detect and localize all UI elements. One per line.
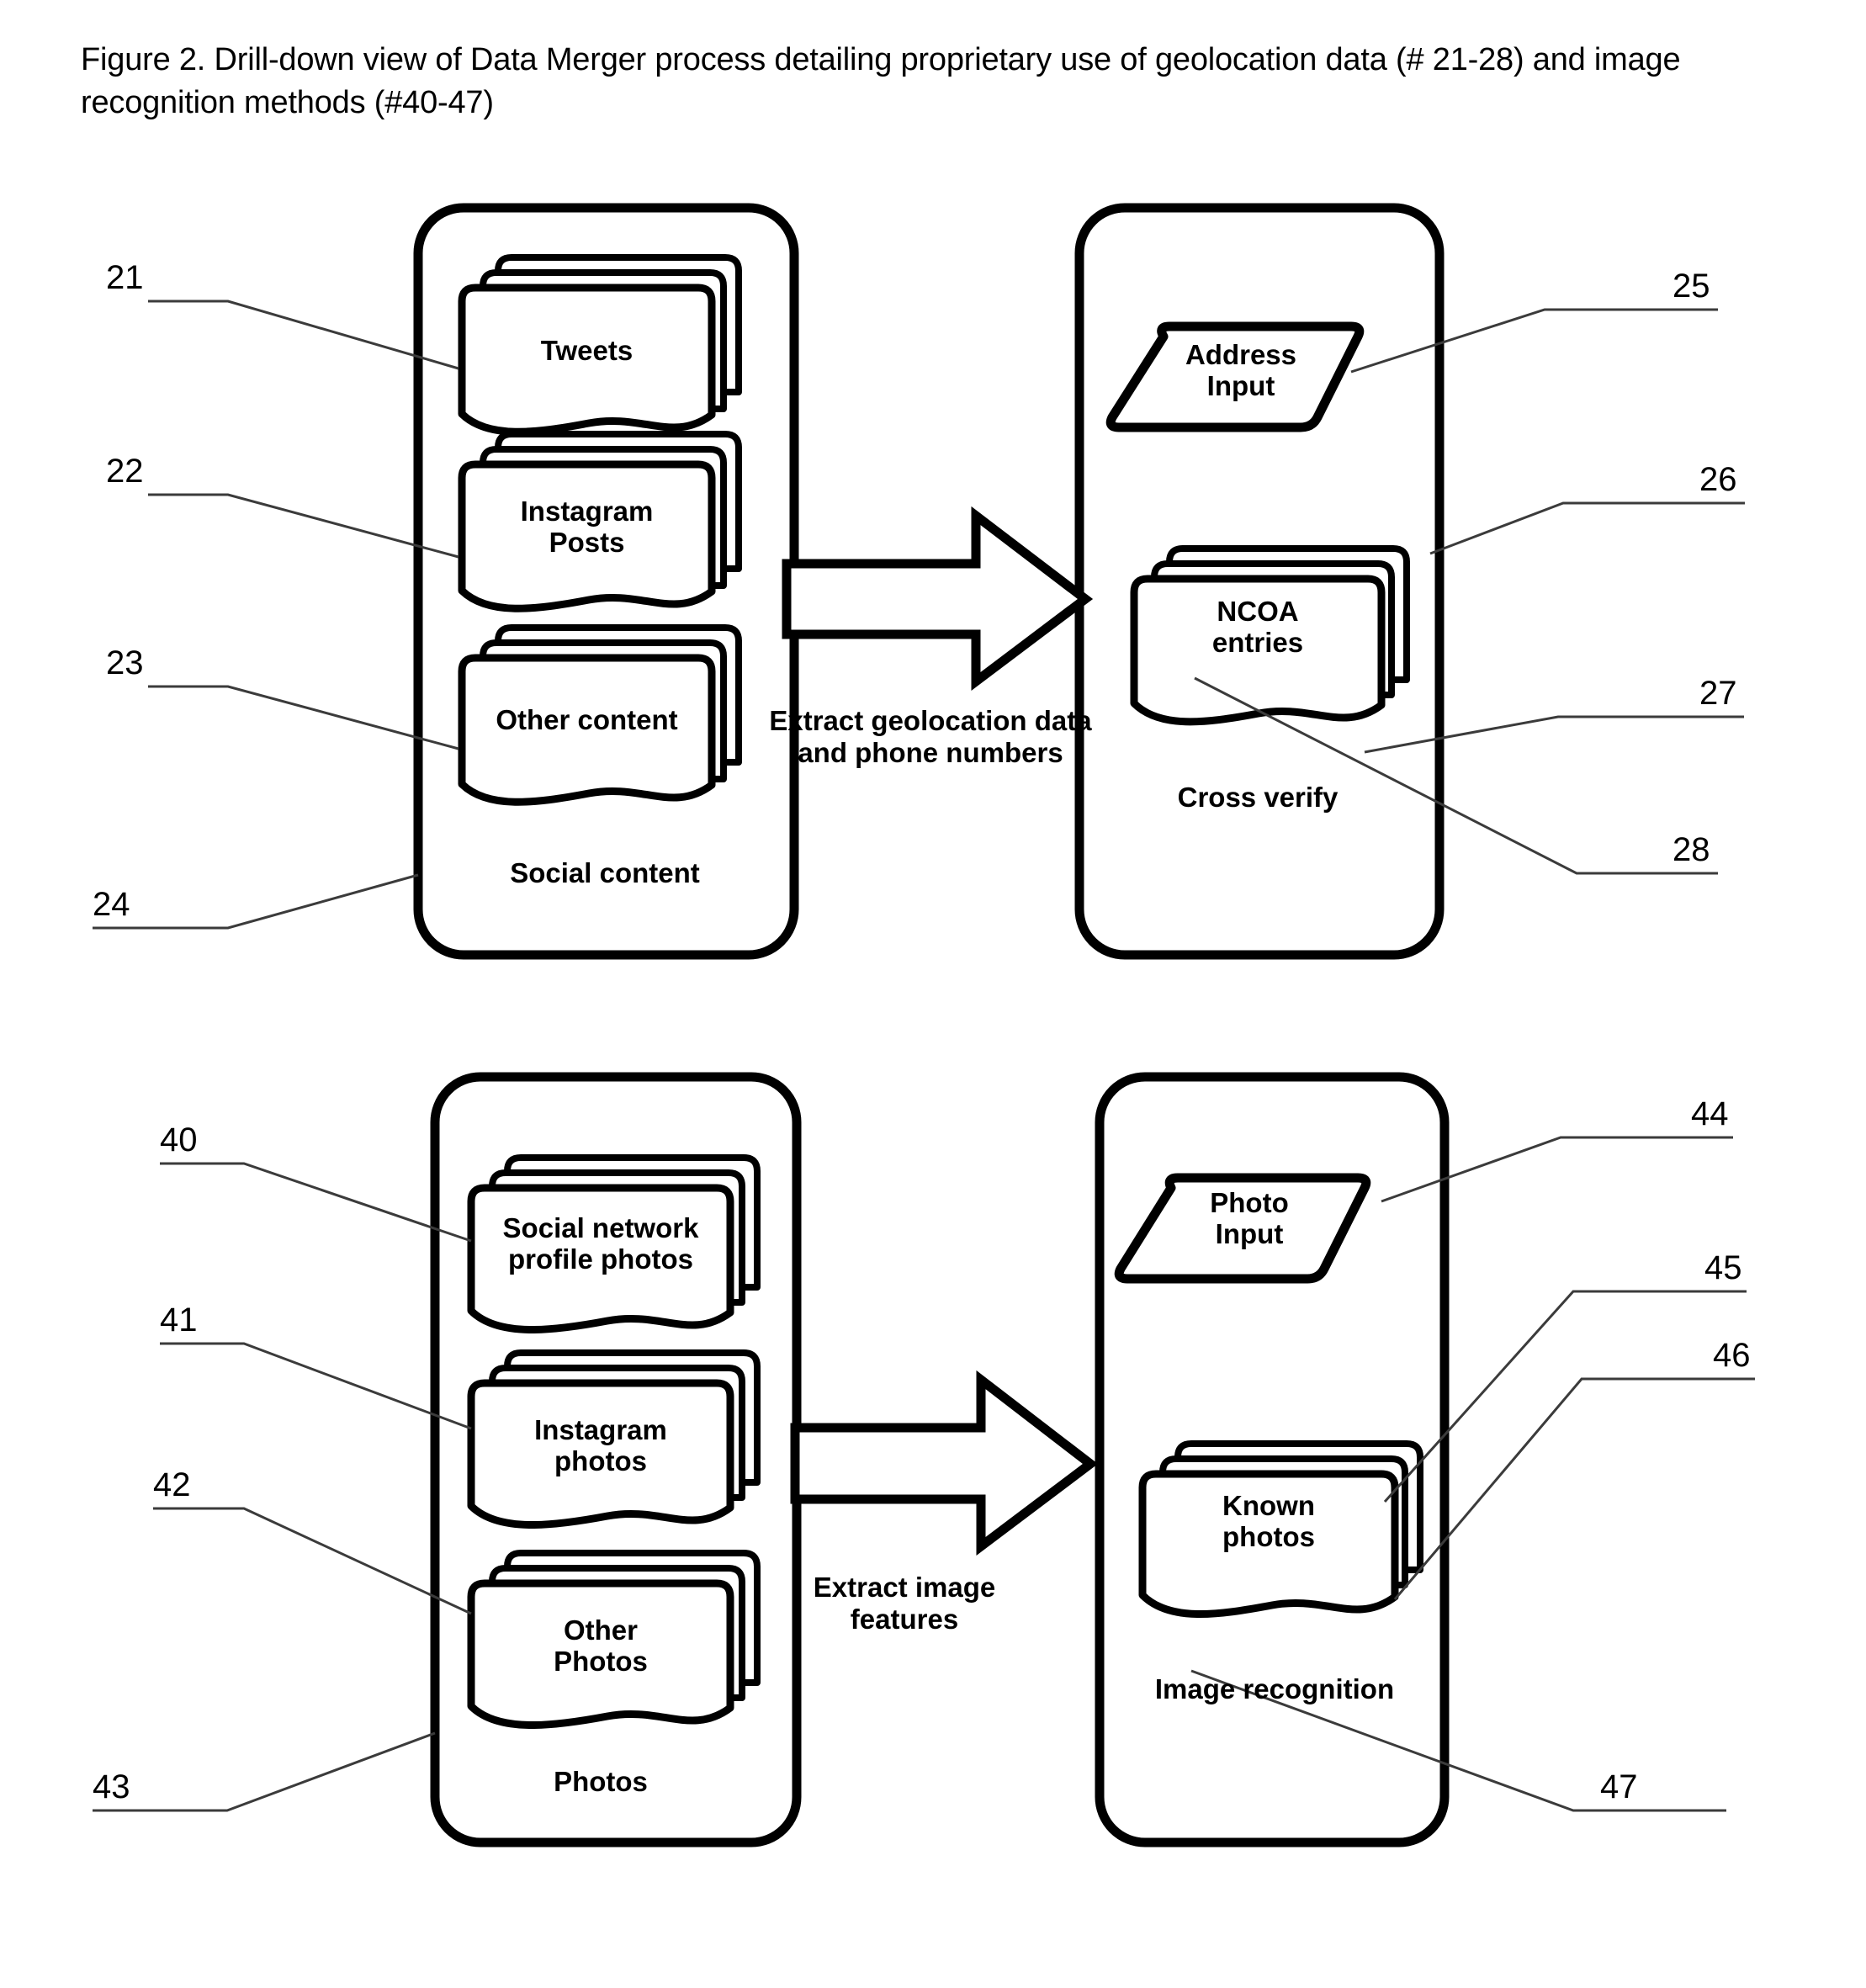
ref-number-43: 43: [93, 1768, 130, 1805]
leader-26: [1429, 501, 1745, 555]
leader-41: [160, 1342, 472, 1430]
figure-drawing: [93, 203, 1755, 1848]
ref-number-28: 28: [1673, 831, 1710, 868]
doc-label-tweets: Tweets: [540, 335, 633, 366]
figure-caption: Figure 2. Drill-down view of Data Merger…: [81, 42, 1681, 120]
io-label-address-input: Address Input: [1185, 339, 1297, 401]
leader-23: [148, 685, 459, 750]
leader-21: [148, 300, 459, 370]
leader-22: [148, 493, 459, 559]
leader-46: [1393, 1377, 1755, 1600]
doc-label-other-content: Other content: [496, 704, 678, 735]
leader-45: [1383, 1290, 1747, 1503]
ref-number-24: 24: [93, 886, 130, 923]
ref-number-23: 23: [106, 644, 144, 681]
doc-label-social-network-profile-photos: Social network profile photos: [502, 1212, 699, 1275]
leader-24: [93, 873, 419, 930]
ref-number-26: 26: [1699, 461, 1737, 498]
group-label-photos: Photos: [554, 1766, 648, 1797]
ref-number-46: 46: [1713, 1337, 1751, 1374]
ref-number-47: 47: [1600, 1768, 1638, 1805]
ref-number-22: 22: [106, 453, 144, 490]
leader-44: [1381, 1136, 1733, 1203]
cross-verify-container: [1074, 203, 1445, 960]
leader-25: [1350, 308, 1718, 374]
ref-number-44: 44: [1691, 1095, 1729, 1132]
leader-40: [160, 1162, 472, 1243]
ref-number-42: 42: [153, 1466, 191, 1503]
extract-image-features-arrow: [790, 1370, 1099, 1556]
group-label-image-recognition: Image recognition: [1154, 1673, 1395, 1704]
doc-label-instagram-posts: Instagram Posts: [520, 496, 654, 558]
leader-27: [1364, 715, 1744, 754]
doc-label-instagram-photos: Instagram photos: [534, 1414, 667, 1476]
group-label-cross-verify: Cross verify: [1177, 782, 1339, 813]
social-content-container: [413, 203, 799, 960]
ref-number-25: 25: [1673, 268, 1710, 305]
ref-number-27: 27: [1699, 675, 1737, 712]
ref-number-45: 45: [1704, 1249, 1742, 1286]
ref-number-41: 41: [160, 1301, 198, 1339]
extract-geolocation-arrow: [782, 506, 1094, 692]
leader-28: [1194, 676, 1718, 875]
doc-label-other-photos: Other Photos: [554, 1614, 648, 1677]
leader-43: [93, 1731, 436, 1812]
arrow-label-extract-geolocation: Extract geolocation data and phone numbe…: [769, 705, 1092, 768]
ref-number-40: 40: [160, 1121, 198, 1158]
leader-lines-top-left: [93, 300, 459, 930]
leader-lines-bottom-left: [93, 1162, 472, 1812]
arrow-label-extract-image-features: Extract image features: [813, 1572, 996, 1635]
io-label-photo-input: Photo Input: [1210, 1187, 1289, 1249]
ref-number-21: 21: [106, 259, 144, 296]
leader-42: [153, 1507, 472, 1615]
doc-label-ncoa-entries: NCOA entries: [1211, 596, 1304, 658]
doc-label-known-photos: Known photos: [1222, 1490, 1315, 1552]
group-label-social-content: Social content: [510, 857, 700, 888]
